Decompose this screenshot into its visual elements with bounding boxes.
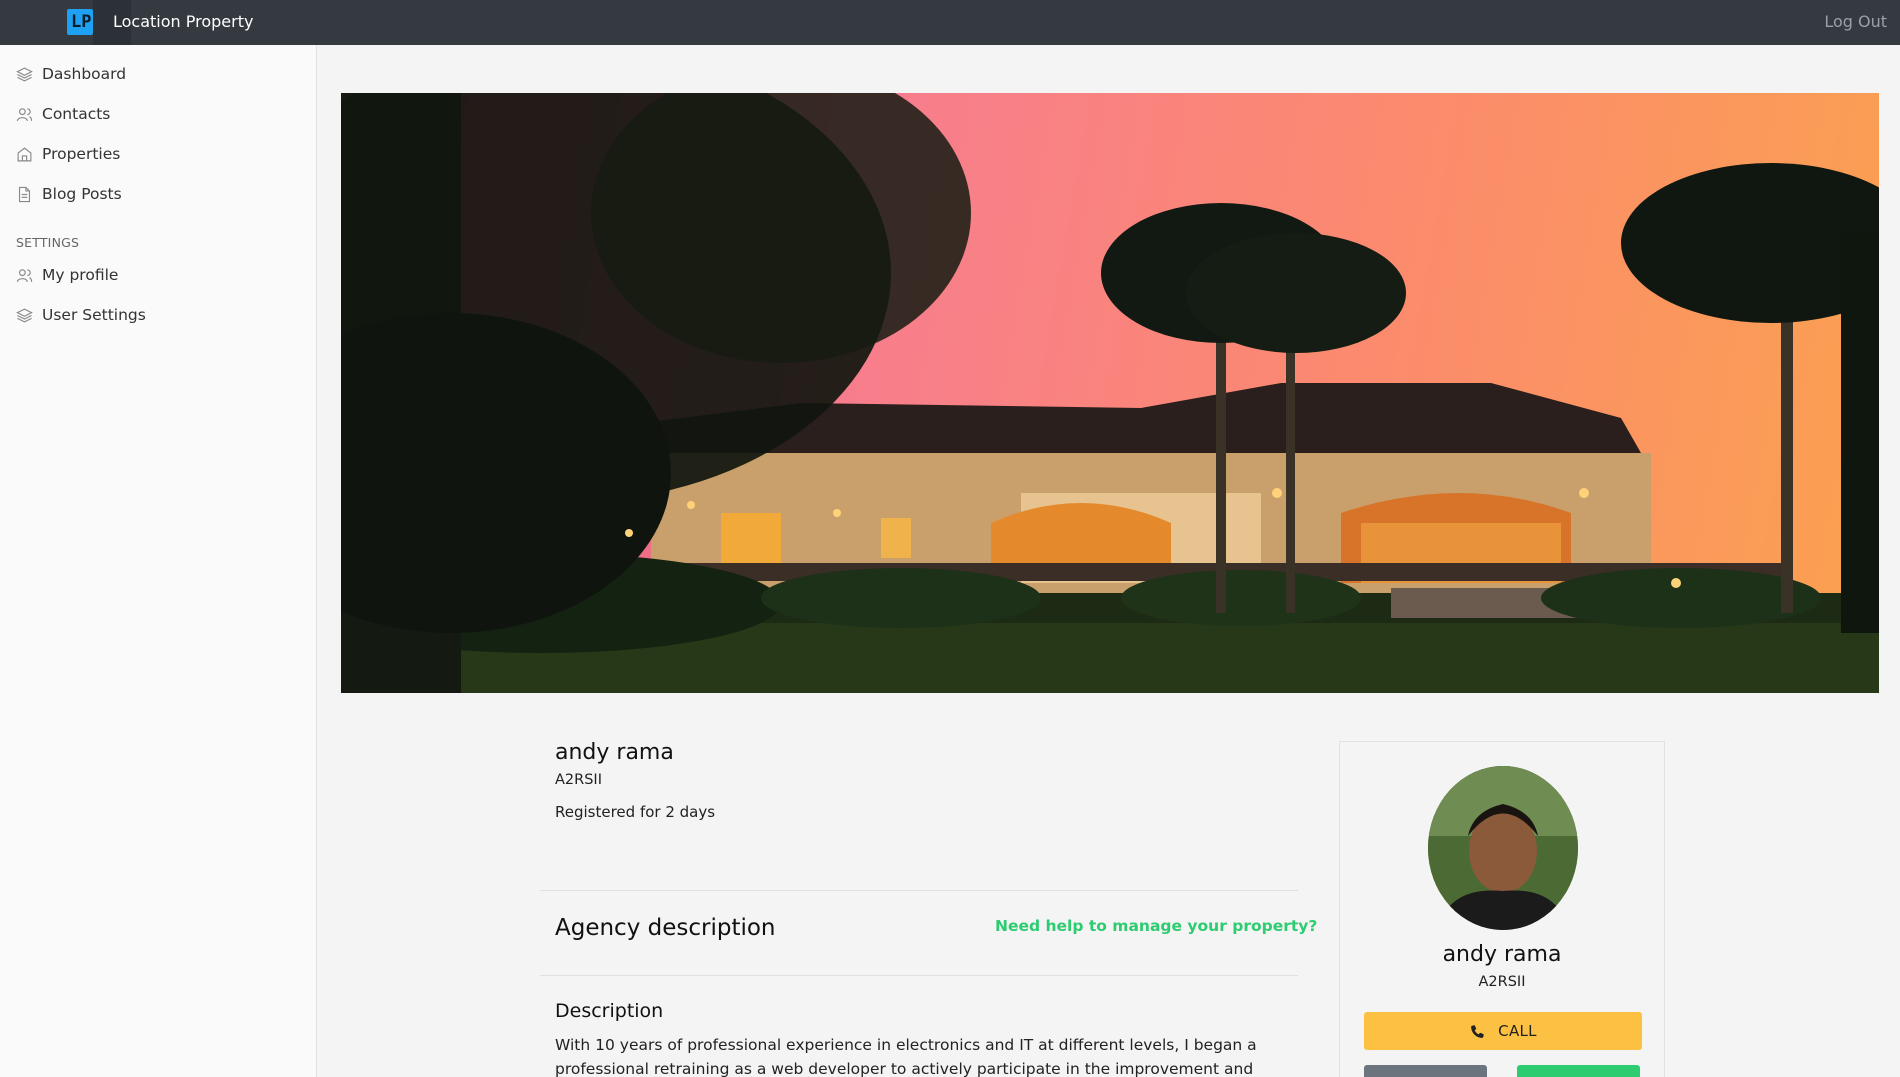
sidebar-item-contacts[interactable]: Contacts xyxy=(16,101,110,127)
divider xyxy=(540,890,1298,891)
sidebar-item-user-settings[interactable]: User Settings xyxy=(16,302,146,328)
profile-code: A2RSII xyxy=(555,772,602,788)
logo-text: LP xyxy=(71,12,92,32)
description-heading: Description xyxy=(555,1000,664,1022)
house-sunset-illustration xyxy=(341,93,1879,693)
registration-duration: Registered for 2 days xyxy=(555,803,716,821)
home-icon xyxy=(17,146,32,161)
sidebar: Dashboard Contacts Properties Blog Posts… xyxy=(0,45,317,1077)
property-hero-image xyxy=(341,93,1879,693)
app-title[interactable]: Location Property xyxy=(113,0,253,43)
agent-card: andy rama A2RSII CALL xyxy=(1339,741,1665,1077)
sidebar-item-blog-posts[interactable]: Blog Posts xyxy=(16,181,122,207)
divider xyxy=(540,975,1298,976)
agency-description-heading: Agency description xyxy=(555,915,776,941)
primary-action-button[interactable] xyxy=(1517,1065,1640,1077)
sidebar-item-label: Properties xyxy=(42,145,121,163)
sidebar-item-label: User Settings xyxy=(42,306,146,324)
layers-icon xyxy=(16,66,33,82)
description-text: With 10 years of professional experience… xyxy=(555,1036,1257,1077)
users-icon xyxy=(16,268,33,282)
profile-name: andy rama xyxy=(555,740,674,765)
settings-section-label: SETTINGS xyxy=(16,235,80,250)
call-button-label: CALL xyxy=(1498,1022,1537,1040)
manage-property-help-link[interactable]: Need help to manage your property? xyxy=(995,917,1317,935)
sidebar-item-properties[interactable]: Properties xyxy=(16,141,120,167)
sidebar-item-dashboard[interactable]: Dashboard xyxy=(16,61,126,87)
sidebar-item-label: Blog Posts xyxy=(42,185,122,203)
call-button[interactable]: CALL xyxy=(1364,1012,1642,1050)
sidebar-item-my-profile[interactable]: My profile xyxy=(16,262,118,288)
sidebar-item-label: Contacts xyxy=(42,105,111,123)
app-logo[interactable]: LP xyxy=(67,9,93,35)
sidebar-item-label: Dashboard xyxy=(42,65,127,83)
logout-link[interactable]: Log Out xyxy=(1824,0,1887,43)
file-icon xyxy=(18,186,31,202)
top-navbar: LP Location Property Log Out xyxy=(0,0,1900,45)
secondary-action-button[interactable] xyxy=(1364,1065,1487,1077)
phone-icon xyxy=(1471,1024,1484,1038)
agent-photo xyxy=(1428,766,1578,930)
layers-icon xyxy=(16,307,33,323)
users-icon xyxy=(16,107,33,121)
sidebar-item-label: My profile xyxy=(42,266,119,284)
card-agent-code: A2RSII xyxy=(1478,974,1526,990)
card-agent-name: andy rama xyxy=(1442,942,1562,967)
avatar xyxy=(1428,766,1578,930)
